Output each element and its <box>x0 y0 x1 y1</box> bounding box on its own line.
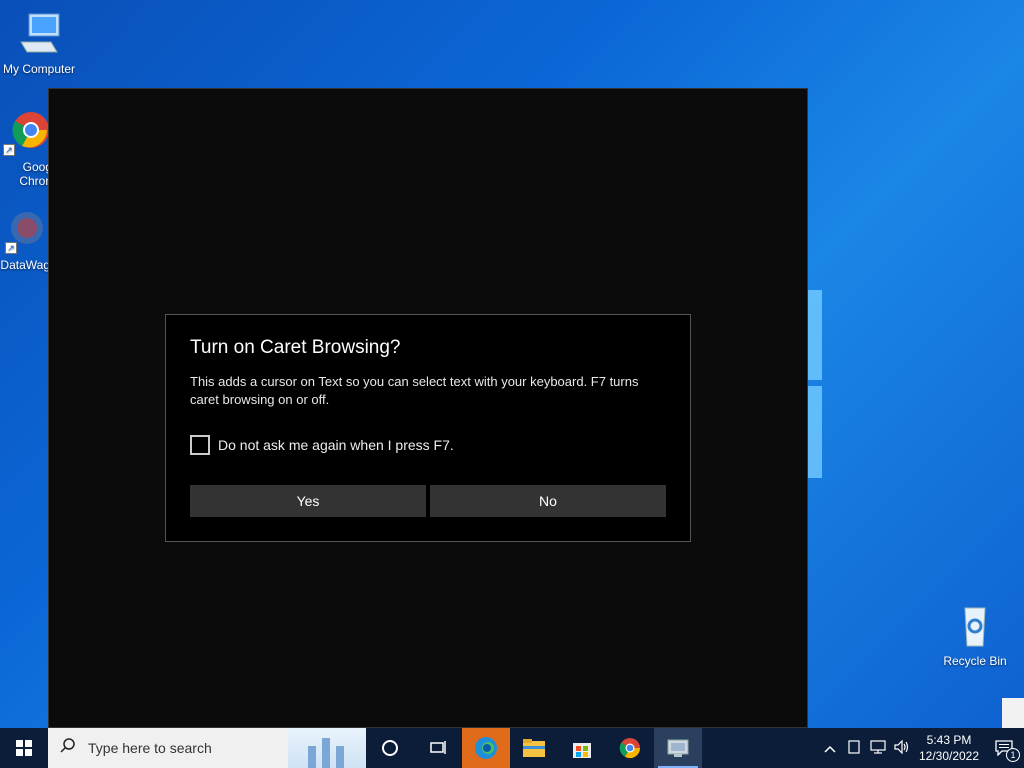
offscreen-window-edge[interactable] <box>1002 698 1024 728</box>
start-button[interactable] <box>0 728 48 768</box>
desktop-icon-recycle-bin[interactable]: Recycle Bin <box>933 602 1017 668</box>
desktop-icon-label: Recycle Bin <box>943 654 1007 668</box>
yes-button[interactable]: Yes <box>190 485 426 517</box>
taskbar-clock[interactable]: 5:43 PM 12/30/2022 <box>914 732 984 764</box>
volume-icon <box>894 739 909 754</box>
taskbar-search-box[interactable]: Type here to search <box>48 728 366 768</box>
task-view-icon <box>430 741 446 754</box>
dialog-body: This adds a cursor on Text so you can se… <box>190 374 639 407</box>
chevron-up-icon <box>824 745 836 753</box>
action-center-button[interactable]: 1 <box>984 728 1024 768</box>
task-view-button[interactable] <box>414 728 462 768</box>
shortcut-arrow-icon: ↗ <box>5 242 17 254</box>
app-taskbar-button[interactable] <box>654 728 702 768</box>
search-placeholder: Type here to search <box>88 740 212 756</box>
dont-ask-again-checkbox[interactable] <box>190 435 210 455</box>
dialog-title: Turn on Caret Browsing? <box>190 337 401 358</box>
show-hidden-icons-button[interactable] <box>818 741 842 756</box>
desktop-icon-label: DataWag <box>0 258 50 272</box>
search-icon <box>48 737 88 760</box>
store-icon <box>573 743 591 758</box>
cortana-icon <box>382 740 398 756</box>
file-explorer-icon <box>523 739 545 757</box>
network-icon <box>870 739 886 754</box>
volume-button[interactable] <box>890 739 914 757</box>
computer-icon <box>15 10 63 58</box>
no-button[interactable]: No <box>430 485 666 517</box>
dont-ask-again-label[interactable]: Do not ask me again when I press F7. <box>218 437 454 453</box>
chrome-icon <box>619 738 641 759</box>
dialog-buttons: Yes No <box>190 485 666 517</box>
shortcut-arrow-icon: ↗ <box>3 144 15 156</box>
windows-logo-icon <box>16 740 32 756</box>
search-highlight-image <box>288 728 366 768</box>
system-tray: 5:43 PM 12/30/2022 1 <box>818 728 1024 768</box>
clock-date: 12/30/2022 <box>918 749 980 763</box>
taskbar: Type here to search 5:43 PM 12/30/2022 1 <box>0 728 1024 768</box>
chrome-icon: ↗ <box>1 108 49 156</box>
notification-count-badge: 1 <box>1006 748 1020 762</box>
chrome-taskbar-button[interactable] <box>606 728 654 768</box>
edge-icon <box>475 737 497 759</box>
tablet-icon <box>848 739 860 754</box>
app-icon <box>667 739 689 757</box>
dont-ask-again-row[interactable]: Do not ask me again when I press F7. <box>190 435 666 455</box>
clock-time: 5:43 PM <box>926 733 972 747</box>
desktop-icon-label: My Computer <box>2 62 76 76</box>
edge-taskbar-button[interactable] <box>462 728 510 768</box>
datawag-icon: ↗ <box>0 206 43 254</box>
caret-browsing-dialog: Turn on Caret Browsing? This adds a curs… <box>165 314 691 542</box>
network-button[interactable] <box>866 739 890 757</box>
store-button[interactable] <box>558 728 606 768</box>
desktop-icon-my-computer[interactable]: My Computer <box>0 10 81 76</box>
tray-app-button[interactable] <box>842 739 866 757</box>
desktop-icon-datawag[interactable]: ↗ DataWag <box>0 206 54 272</box>
recycle-bin-icon <box>951 602 999 650</box>
file-explorer-button[interactable] <box>510 728 558 768</box>
cortana-button[interactable] <box>366 728 414 768</box>
